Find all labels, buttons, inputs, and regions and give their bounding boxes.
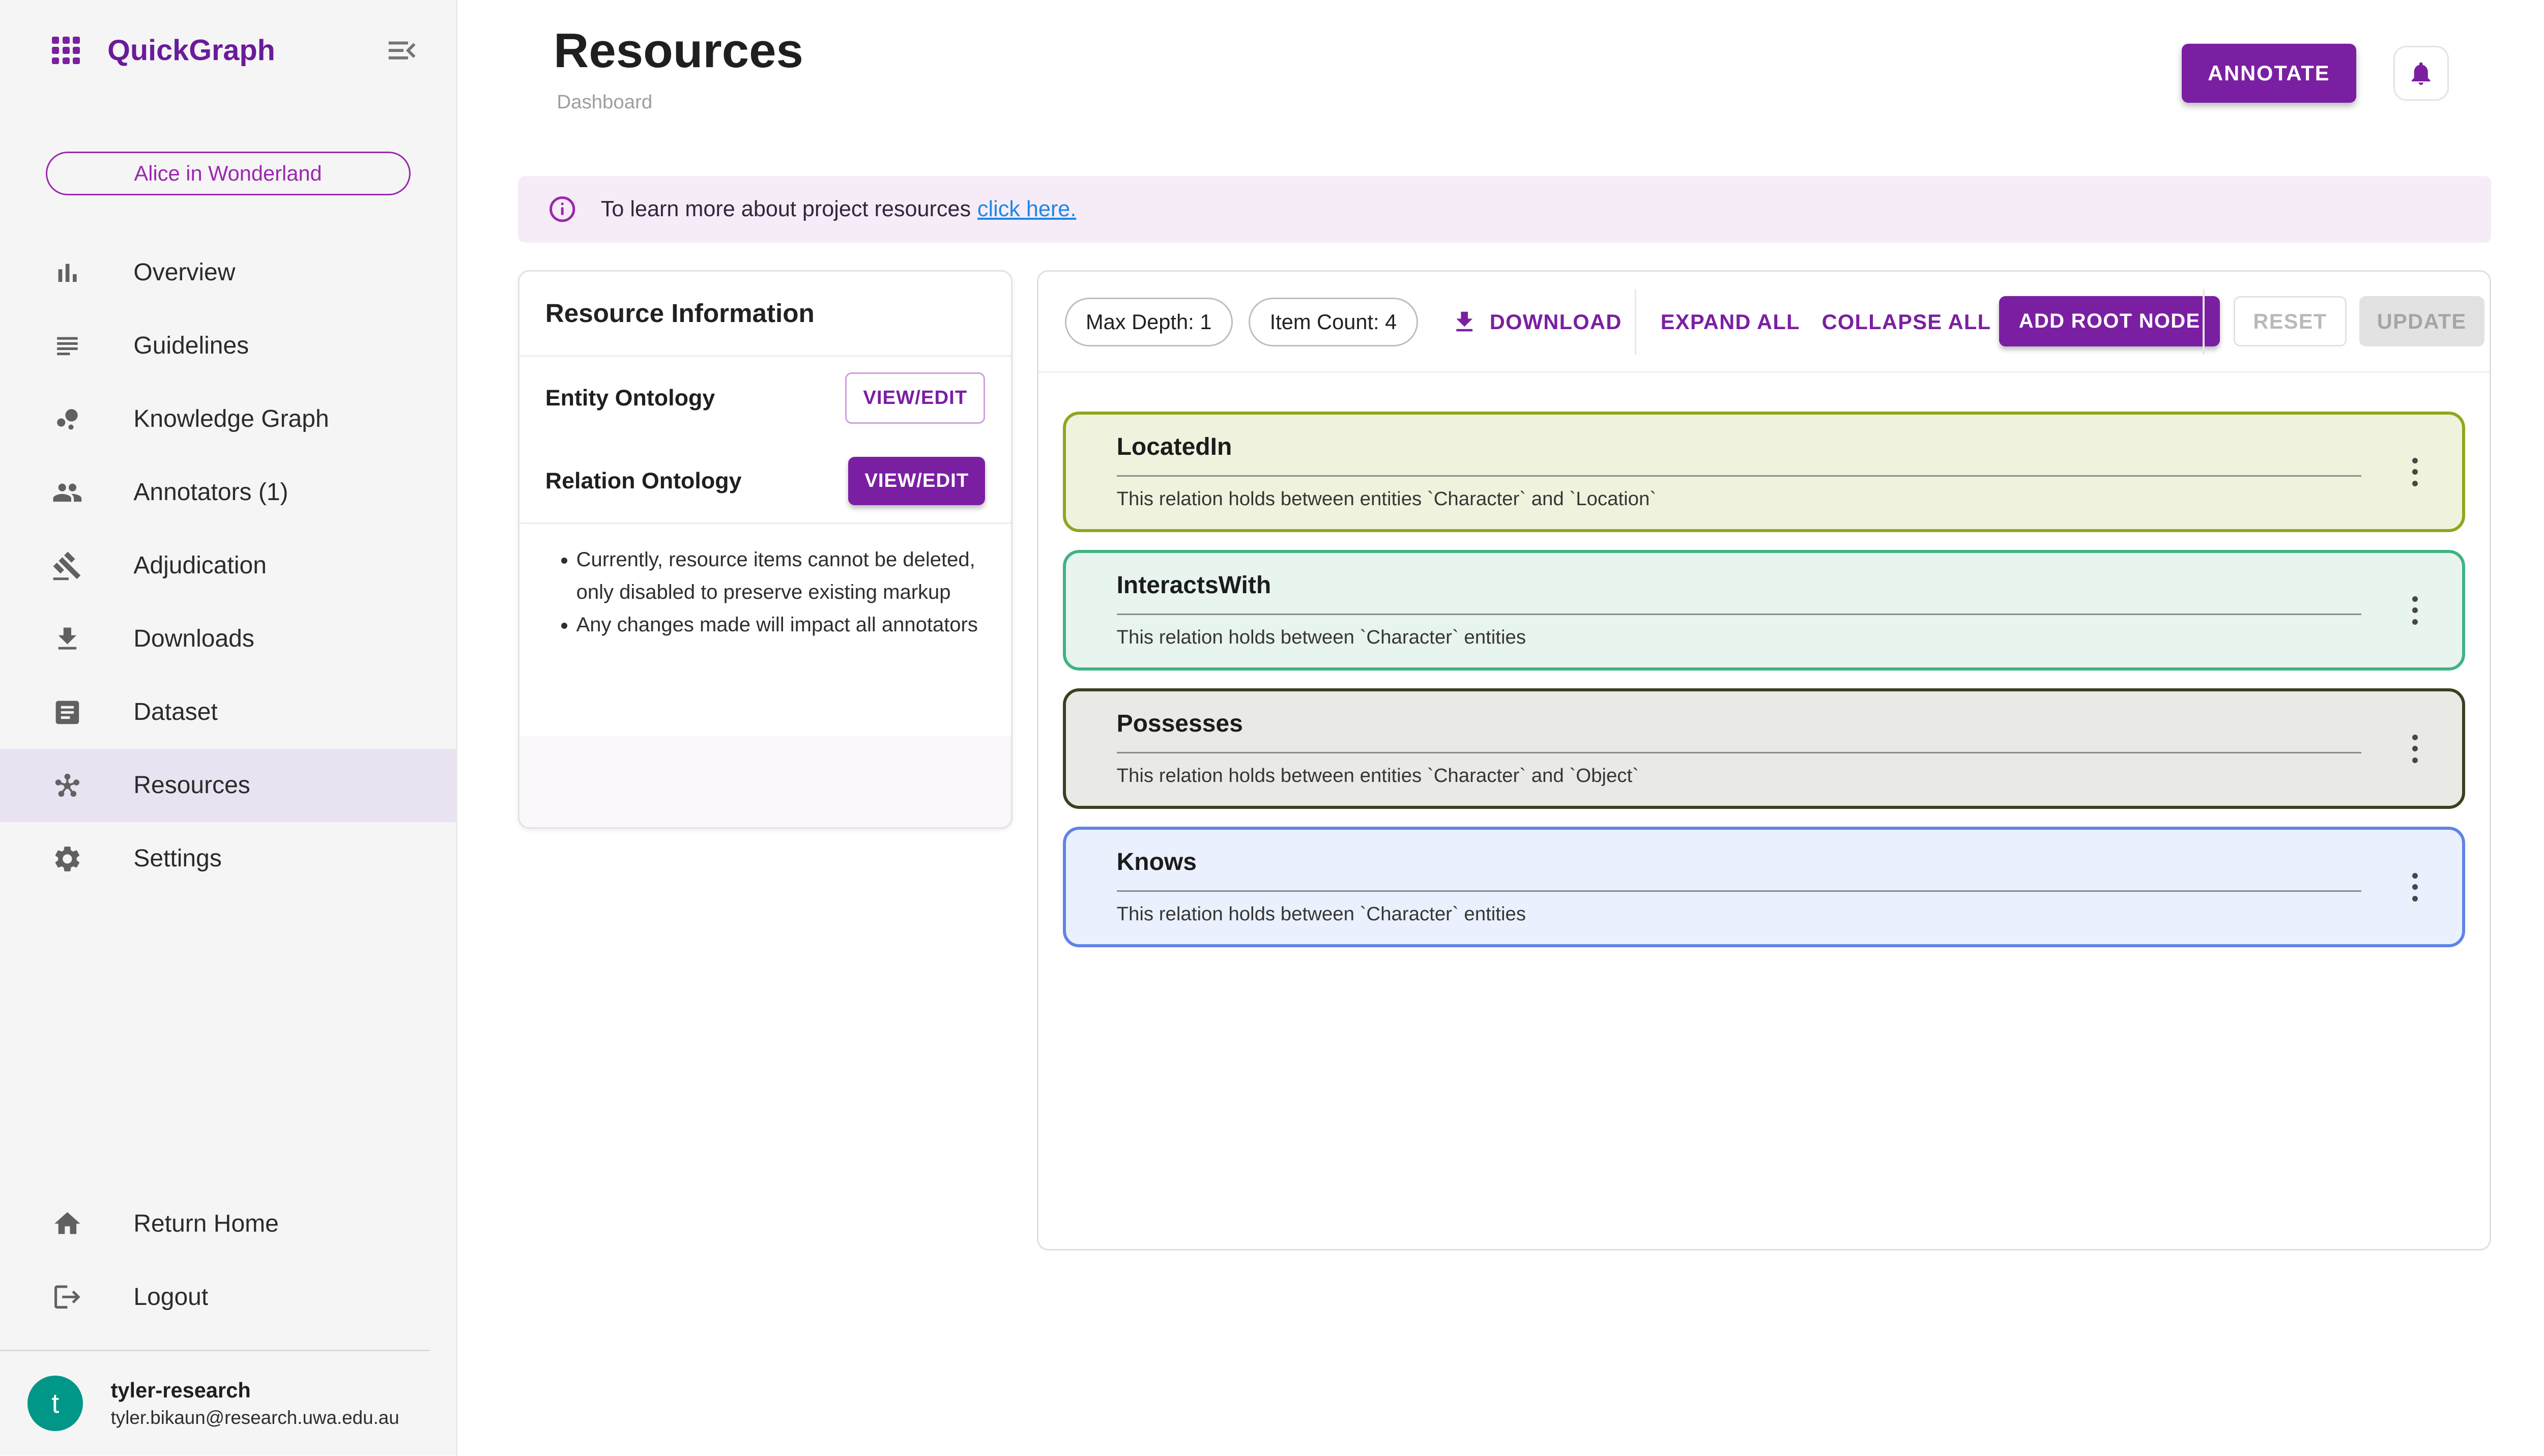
resource-info-card: Resource Information Entity Ontology VIE…	[517, 270, 1013, 829]
info-banner: To learn more about project resources cl…	[517, 176, 2491, 243]
resource-info-footer	[519, 736, 1011, 827]
input-underline	[1116, 475, 2361, 477]
note-item: Currently, resource items cannot be dele…	[576, 543, 989, 608]
relation-description: This relation holds between `Character` …	[1116, 626, 1526, 649]
resource-info-title: Resource Information	[519, 272, 1011, 357]
avatar: t	[27, 1376, 83, 1431]
relation-name-input[interactable]: InteractsWith	[1117, 571, 1271, 599]
update-button[interactable]: UPDATE	[2359, 296, 2484, 347]
relation-cards: LocatedIn This relation holds between en…	[1063, 373, 2465, 948]
kebab-menu-icon[interactable]	[2394, 448, 2436, 497]
banner-text: To learn more about project resources	[600, 196, 971, 221]
input-underline	[1116, 751, 2361, 753]
logo-row: QuickGraph	[0, 0, 456, 101]
page-title: Resources	[553, 23, 803, 78]
kebab-menu-icon[interactable]	[2394, 724, 2436, 773]
relation-description: This relation holds between entities `Ch…	[1116, 488, 1657, 510]
entity-ontology-row: Entity Ontology VIEW/EDIT	[519, 357, 1011, 440]
user-email: tyler.bikaun@research.uwa.edu.au	[110, 1407, 399, 1429]
sidebar-item-annotators[interactable]: Annotators (1)	[0, 456, 456, 529]
reset-button[interactable]: RESET	[2234, 296, 2347, 347]
banner-link[interactable]: click here.	[977, 197, 1076, 222]
project-name-chip: Alice in Wonderland	[45, 151, 411, 195]
breadcrumb: Dashboard	[557, 91, 653, 113]
sidebar-item-settings[interactable]: Settings	[0, 822, 456, 895]
add-root-node-button[interactable]: ADD ROOT NODE	[1999, 296, 2220, 347]
sidebar-item-return-home[interactable]: Return Home	[0, 1187, 456, 1260]
apps-grid-icon[interactable]	[52, 37, 80, 65]
relation-tree-panel: Max Depth: 1 Item Count: 4 DOWNLOAD EXPA…	[1037, 270, 2491, 1250]
app-title: QuickGraph	[107, 34, 275, 67]
relation-card-knows: Knows This relation holds between `Chara…	[1063, 827, 2465, 948]
relation-ontology-row: Relation Ontology VIEW/EDIT	[519, 440, 1011, 522]
gavel-icon	[52, 550, 83, 581]
entity-ontology-view-edit-button[interactable]: VIEW/EDIT	[845, 372, 986, 424]
username: tyler-research	[110, 1378, 251, 1402]
kebab-menu-icon[interactable]	[2394, 863, 2436, 912]
people-icon	[52, 477, 83, 508]
relation-ontology-view-edit-button[interactable]: VIEW/EDIT	[848, 456, 986, 505]
download-icon	[1456, 311, 1473, 332]
main-content: Resources Dashboard ANNOTATE To learn mo…	[459, 0, 2544, 1455]
hub-icon	[52, 770, 83, 801]
sidebar-item-logout[interactable]: Logout	[0, 1260, 456, 1333]
item-count-chip: Item Count: 4	[1249, 298, 1418, 347]
bubble-chart-icon	[52, 404, 83, 435]
sidebar-nav: Overview Guidelines Knowledge Graph Anno…	[0, 236, 456, 895]
info-icon	[548, 195, 576, 223]
sidebar-item-resources[interactable]: Resources	[0, 748, 456, 822]
note-item: Any changes made will impact all annotat…	[576, 608, 989, 641]
logout-icon	[52, 1282, 83, 1313]
relation-name-input[interactable]: LocatedIn	[1117, 433, 1232, 461]
bar-chart-icon	[52, 257, 83, 288]
relation-card-interactswith: InteractsWith This relation holds betwee…	[1063, 550, 2465, 671]
resource-notes: Currently, resource items cannot be dele…	[519, 524, 1011, 641]
gear-icon	[52, 843, 83, 875]
home-icon	[52, 1208, 83, 1239]
relation-name-input[interactable]: Possesses	[1117, 710, 1243, 738]
kebab-menu-icon[interactable]	[2394, 586, 2436, 635]
input-underline	[1116, 890, 2361, 892]
download-button[interactable]: DOWNLOAD	[1451, 298, 1622, 346]
bell-icon	[2412, 62, 2431, 85]
input-underline	[1116, 613, 2361, 615]
max-depth-chip: Max Depth: 1	[1064, 298, 1233, 347]
toolbar-divider	[1634, 289, 1636, 355]
sidebar-item-overview[interactable]: Overview	[0, 236, 456, 309]
sidebar-item-guidelines[interactable]: Guidelines	[0, 309, 456, 383]
tree-toolbar: Max Depth: 1 Item Count: 4 DOWNLOAD EXPA…	[1038, 272, 2490, 373]
collapse-sidebar-icon[interactable]	[384, 33, 420, 68]
sidebar-item-adjudication[interactable]: Adjudication	[0, 529, 456, 602]
sidebar: QuickGraph Alice in Wonderland Overview …	[0, 0, 458, 1455]
user-section: t tyler-research tyler.bikaun@research.u…	[0, 1351, 456, 1455]
notifications-button[interactable]	[2393, 45, 2449, 101]
download-icon	[52, 624, 83, 655]
expand-all-button[interactable]: EXPAND ALL	[1661, 298, 1800, 346]
sidebar-item-dataset[interactable]: Dataset	[0, 676, 456, 749]
article-icon	[52, 697, 83, 728]
sidebar-item-knowledge-graph[interactable]: Knowledge Graph	[0, 383, 456, 456]
relation-card-locatedin: LocatedIn This relation holds between en…	[1063, 412, 2465, 533]
sidebar-item-downloads[interactable]: Downloads	[0, 602, 456, 676]
relation-card-possesses: Possesses This relation holds between en…	[1063, 688, 2465, 809]
relation-name-input[interactable]: Knows	[1117, 848, 1197, 876]
relation-description: This relation holds between entities `Ch…	[1116, 765, 1639, 787]
toolbar-divider	[2203, 289, 2205, 355]
quickgraph-app: QuickGraph Alice in Wonderland Overview …	[0, 0, 2544, 1455]
annotate-button[interactable]: ANNOTATE	[2181, 44, 2356, 103]
collapse-all-button[interactable]: COLLAPSE ALL	[1822, 298, 1991, 346]
relation-description: This relation holds between `Character` …	[1116, 903, 1526, 925]
subject-lines-icon	[52, 331, 83, 362]
